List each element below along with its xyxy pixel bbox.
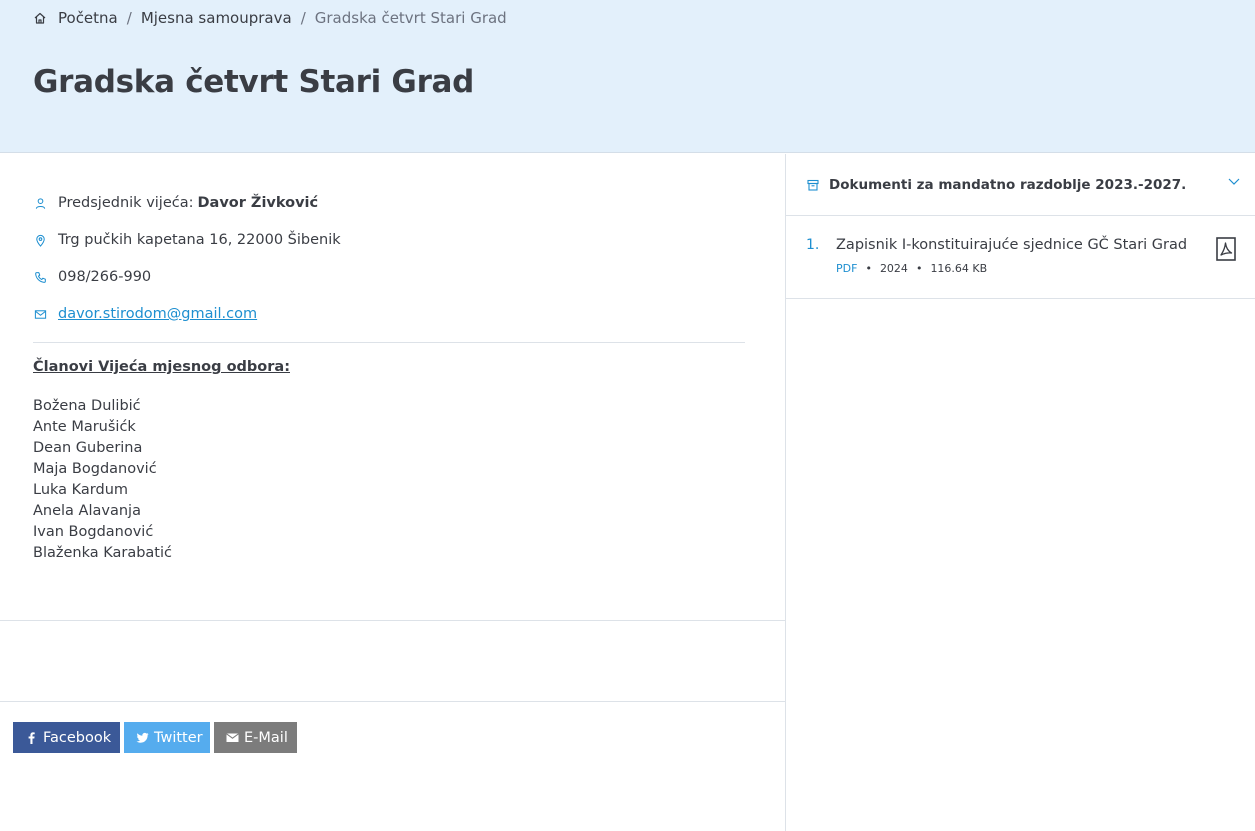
breadcrumb-separator: /: [126, 9, 132, 27]
breadcrumb-current: Gradska četvrt Stari Grad: [314, 9, 507, 27]
phone-row: 098/266-990: [33, 269, 151, 285]
page-header: Početna / Mjesna samouprava / Gradska če…: [0, 0, 1255, 153]
meta-separator: •: [915, 262, 923, 275]
main-content: Predsjednik vijeća: Davor Živković Trg p…: [0, 154, 785, 831]
pdf-icon[interactable]: [1216, 237, 1236, 261]
section-divider: [0, 620, 785, 621]
twitter-icon: [136, 731, 149, 744]
document-list-item[interactable]: 1. Zapisnik I-konstituirajuće sjednice G…: [786, 216, 1255, 299]
documents-accordion-header[interactable]: Dokumenti za mandatno razdoblje 2023.-20…: [786, 154, 1255, 216]
list-item: Dean Guberina: [33, 440, 143, 456]
meta-separator: •: [865, 262, 872, 275]
user-icon: [33, 196, 47, 210]
breadcrumb-mjesna-samouprava-link[interactable]: Mjesna samouprava: [141, 9, 292, 27]
email-link[interactable]: davor.stirodom@gmail.com: [58, 306, 257, 322]
list-item: Blaženka Karabatić: [33, 545, 172, 561]
list-item: Maja Bogdanović: [33, 461, 157, 477]
document-number: 1.: [806, 237, 820, 253]
document-meta: PDF • 2024 • 116.64 KB: [836, 262, 987, 275]
breadcrumb: Početna / Mjesna samouprava / Gradska če…: [33, 9, 507, 27]
facebook-icon: [25, 731, 38, 744]
president-name: Davor Živković: [197, 195, 319, 211]
envelope-icon: [226, 731, 239, 744]
documents-sidebar: Dokumenti za mandatno razdoblje 2023.-20…: [785, 154, 1255, 831]
section-divider: [0, 701, 785, 702]
list-item: Ante Marušićk: [33, 419, 136, 435]
president-row: Predsjednik vijeća: Davor Živković: [33, 195, 318, 211]
share-facebook-button[interactable]: Facebook: [13, 722, 120, 753]
document-type: PDF: [836, 262, 858, 275]
divider: [33, 342, 745, 343]
location-pin-icon: [33, 233, 47, 247]
document-title-link[interactable]: Zapisnik I-konstituirajuće sjednice GČ S…: [836, 237, 1187, 253]
share-buttons: Facebook Twitter E-Mail: [13, 722, 297, 753]
phone-number: 098/266-990: [58, 269, 152, 285]
envelope-icon: [33, 307, 47, 321]
list-item: Božena Dulibić: [33, 398, 141, 414]
archive-icon: [807, 179, 819, 191]
documents-heading: Dokumenti za mandatno razdoblje 2023.-20…: [829, 176, 1187, 193]
list-item: Luka Kardum: [33, 482, 129, 498]
share-twitter-label: Twitter: [154, 729, 203, 746]
members-heading: Članovi Vijeća mjesnog odbora:: [33, 359, 290, 375]
share-email-button[interactable]: E-Mail: [214, 722, 297, 753]
members-list: Božena Dulibić Ante Marušićk Dean Guberi…: [33, 396, 172, 564]
share-twitter-button[interactable]: Twitter: [124, 722, 210, 753]
document-size: 116.64 KB: [930, 262, 988, 275]
home-icon[interactable]: [33, 11, 47, 25]
document-year: 2024: [879, 262, 908, 275]
list-item: Ivan Bogdanović: [33, 524, 154, 540]
breadcrumb-separator: /: [300, 9, 306, 27]
share-email-label: E-Mail: [244, 729, 288, 746]
list-item: Anela Alavanja: [33, 503, 141, 519]
address-row: Trg pučkih kapetana 16, 22000 Šibenik: [33, 232, 341, 248]
phone-icon: [33, 270, 47, 284]
president-label: Predsjednik vijeća:: [58, 195, 194, 211]
email-row: davor.stirodom@gmail.com: [33, 306, 257, 322]
chevron-down-icon[interactable]: [1227, 174, 1241, 188]
address-text: Trg pučkih kapetana 16, 22000 Šibenik: [58, 232, 341, 248]
page-title: Gradska četvrt Stari Grad: [33, 64, 475, 100]
breadcrumb-home-link[interactable]: Početna: [58, 9, 118, 27]
share-facebook-label: Facebook: [43, 729, 112, 746]
